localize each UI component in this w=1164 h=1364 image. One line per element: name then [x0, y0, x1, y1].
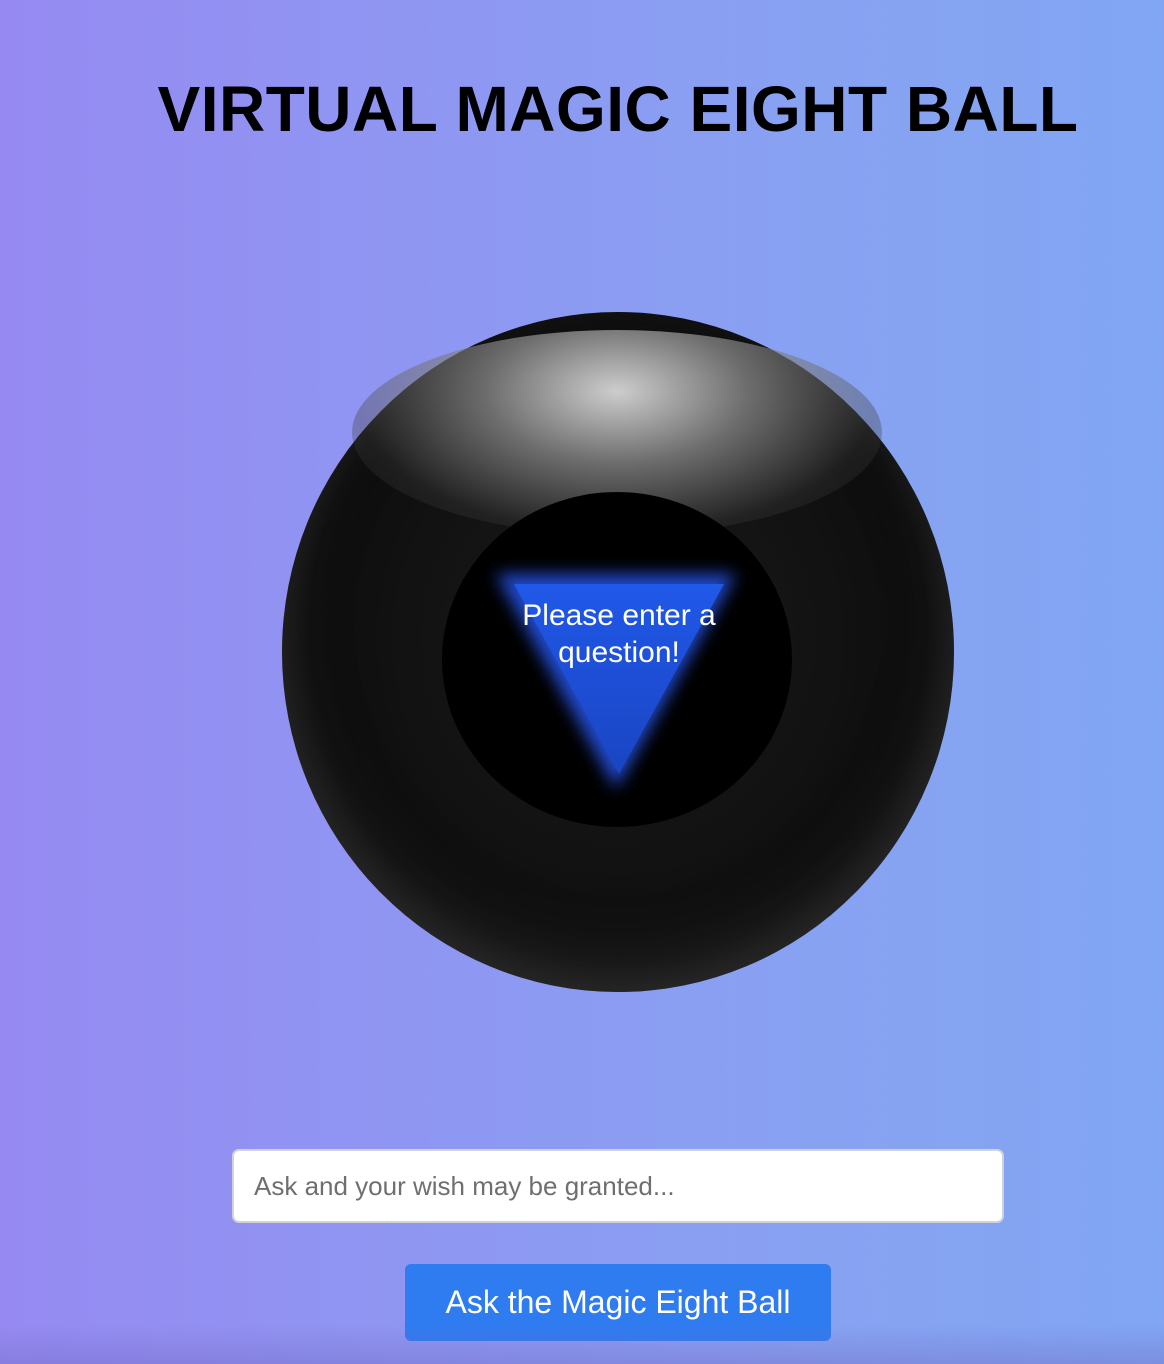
magic-eight-ball: Please enter a question!: [282, 312, 954, 992]
answer-text: Please enter a question!: [522, 599, 716, 669]
question-input[interactable]: [232, 1149, 1004, 1223]
ask-button[interactable]: Ask the Magic Eight Ball: [405, 1264, 831, 1341]
page-title: VIRTUAL MAGIC EIGHT BALL: [157, 73, 1079, 145]
app-page: { "header": { "title": "VIRTUAL MAGIC EI…: [0, 0, 1164, 1364]
